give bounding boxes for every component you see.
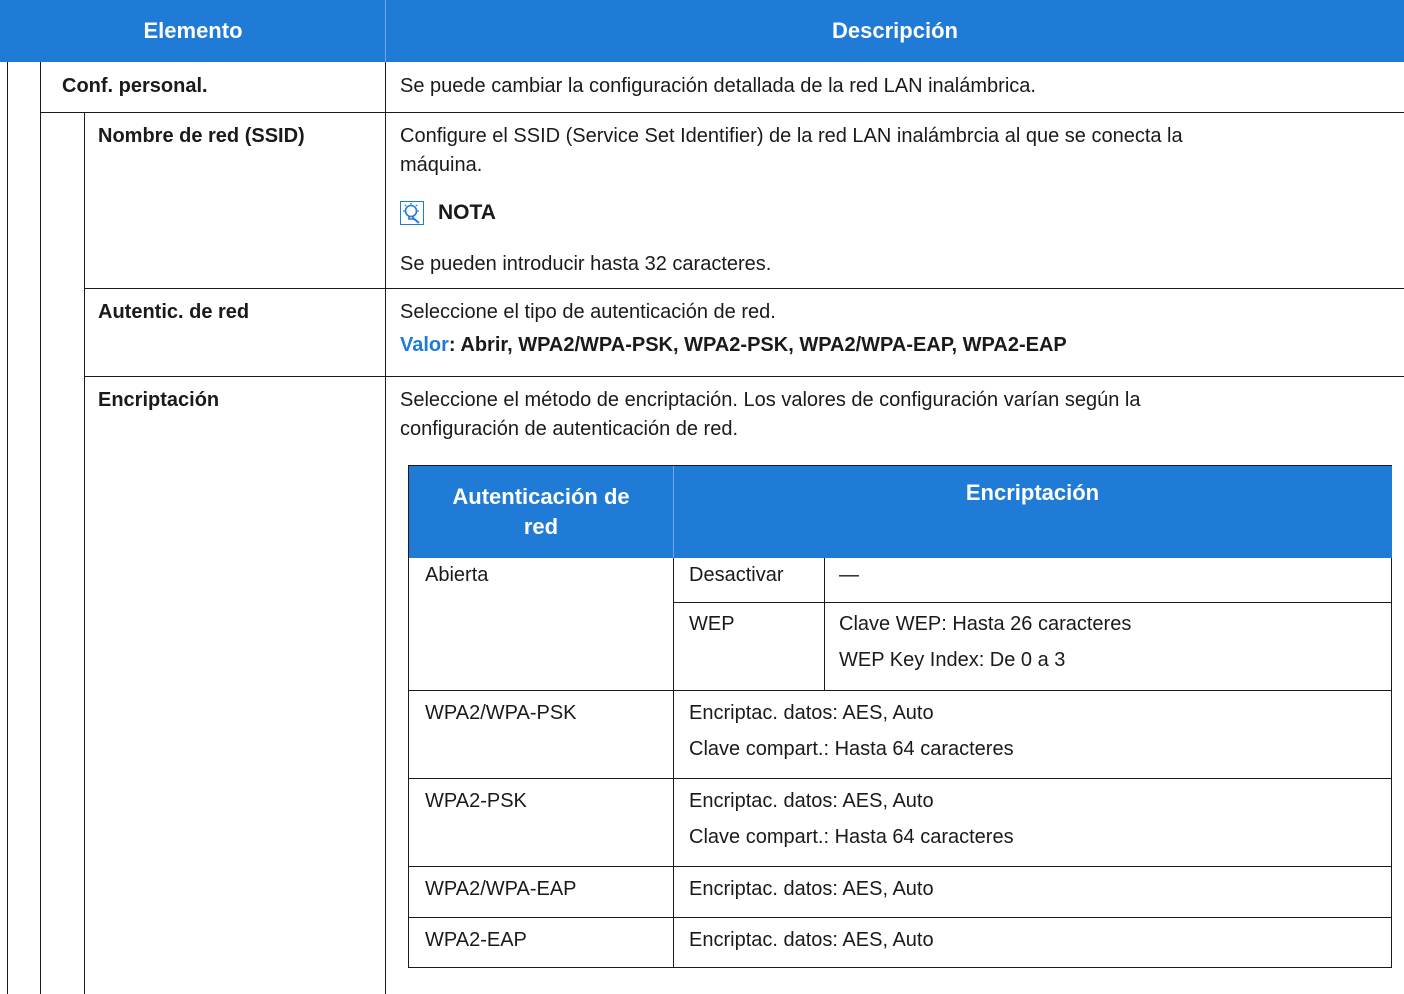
inner-row-divider-c bbox=[409, 778, 1392, 779]
inner-row-divider-d bbox=[409, 866, 1392, 867]
row-wpa2-wpa-eap-auth: WPA2/WPA-EAP bbox=[425, 878, 577, 900]
row-wpa2-wpa-psk-line2: Clave compart.: Hasta 64 caracteres bbox=[689, 738, 1014, 760]
row-abierta-desactivar: Desactivar bbox=[689, 564, 784, 586]
auth-valor-line: Valor: Abrir, WPA2/WPA-PSK, WPA2-PSK, WP… bbox=[400, 334, 1067, 357]
note-label: NOTA bbox=[438, 201, 496, 224]
ssid-note-text: Se pueden introducir hasta 32 caracteres… bbox=[400, 253, 772, 275]
row-wpa2-wpa-psk-line1: Encriptac. datos: AES, Auto bbox=[689, 702, 934, 724]
inner-header-auth-line1: Autenticación de bbox=[452, 484, 630, 509]
encryption-label: Encriptación bbox=[98, 389, 220, 411]
row-wpa2-wpa-eap-line1: Encriptac. datos: AES, Auto bbox=[689, 878, 934, 900]
row-abierta-wep: WEP bbox=[689, 613, 735, 635]
row-abierta-wep-value1: Clave WEP: Hasta 26 caracteres bbox=[839, 613, 1132, 635]
settings-table: Elemento Descripción Conf. personal. Se … bbox=[0, 0, 1404, 994]
conf-personal-desc: Se puede cambiar la configuración detall… bbox=[400, 75, 1036, 97]
row-divider-2 bbox=[84, 288, 1404, 289]
row-abierta-wep-value2: WEP Key Index: De 0 a 3 bbox=[839, 649, 1066, 671]
inner-header-enc: Encriptación bbox=[673, 466, 1392, 558]
auth-label: Autentic. de red bbox=[98, 301, 250, 323]
valor-values: : Abrir, WPA2/WPA-PSK, WPA2-PSK, WPA2/WP… bbox=[448, 334, 1067, 356]
inner-row-divider-a bbox=[673, 602, 1392, 603]
ssid-desc-line1: Configure el SSID (Service Set Identifie… bbox=[400, 125, 1183, 147]
auth-desc: Seleccione el tipo de autenticación de r… bbox=[400, 301, 776, 323]
row-wpa2-wpa-psk-auth: WPA2/WPA-PSK bbox=[425, 702, 577, 724]
note-box: NOTA bbox=[400, 201, 496, 225]
inner-col-divider-2 bbox=[824, 558, 825, 690]
row-divider-3 bbox=[84, 376, 1404, 377]
column-divider bbox=[385, 62, 386, 994]
row-wpa2-eap-line1: Encriptac. datos: AES, Auto bbox=[689, 929, 934, 951]
inner-col-divider-1 bbox=[673, 558, 674, 968]
conf-personal-label: Conf. personal. bbox=[62, 75, 208, 97]
row-wpa2-psk-line2: Clave compart.: Hasta 64 caracteres bbox=[689, 826, 1014, 848]
lightbulb-note-icon bbox=[400, 201, 424, 225]
inner-header-auth-line2: red bbox=[523, 514, 559, 539]
row-wpa2-eap-auth: WPA2-EAP bbox=[425, 929, 527, 951]
valor-key: Valor bbox=[400, 334, 449, 356]
row-wpa2-psk-line1: Encriptac. datos: AES, Auto bbox=[689, 790, 934, 812]
ssid-desc-line2: máquina. bbox=[400, 154, 483, 176]
ssid-label: Nombre de red (SSID) bbox=[98, 125, 305, 147]
indent-border-1 bbox=[40, 62, 41, 994]
encryption-desc-line1: Seleccione el método de encriptación. Lo… bbox=[400, 389, 1141, 411]
inner-header-divider bbox=[673, 466, 674, 558]
row-abierta-auth: Abierta bbox=[425, 564, 489, 586]
encryption-table: Autenticación de red Encriptación Abiert… bbox=[408, 465, 1392, 968]
indent-border-2 bbox=[84, 113, 85, 994]
row-abierta-desactivar-value: — bbox=[839, 564, 859, 586]
row-wpa2-psk-auth: WPA2-PSK bbox=[425, 790, 527, 812]
inner-row-divider-e bbox=[409, 917, 1392, 918]
header-description: Descripción bbox=[386, 0, 1404, 62]
outer-left-border bbox=[7, 62, 8, 994]
header-divider bbox=[385, 0, 386, 62]
inner-row-divider-b bbox=[409, 690, 1392, 691]
row-divider-1 bbox=[40, 112, 1404, 113]
encryption-desc-line2: configuración de autenticación de red. bbox=[400, 418, 739, 440]
inner-header-auth: Autenticación de red bbox=[409, 466, 673, 558]
header-element: Elemento bbox=[0, 0, 386, 62]
